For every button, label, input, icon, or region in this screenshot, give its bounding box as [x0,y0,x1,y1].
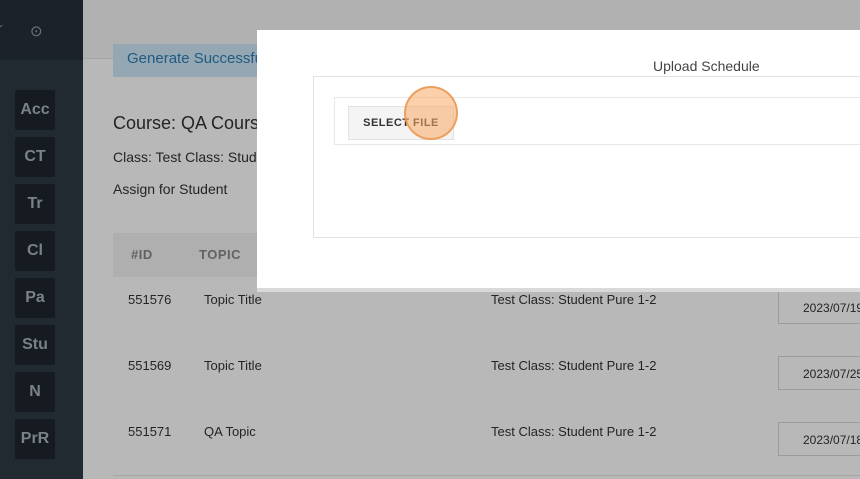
upload-panel: SELECT FILE [313,76,860,238]
click-indicator [404,86,458,140]
modal-title: Upload Schedule [653,58,760,74]
upload-schedule-modal: Upload Schedule SELECT FILE [257,30,860,292]
